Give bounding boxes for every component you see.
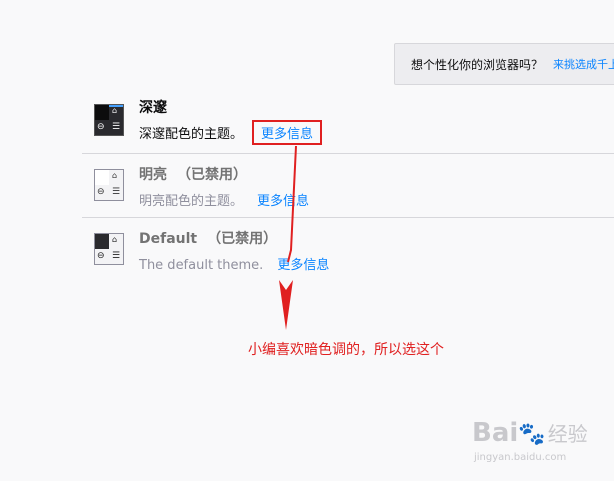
banner-link[interactable]: 来挑选成千上 <box>553 56 614 72</box>
home-icon: ⌂ <box>112 171 118 180</box>
theme-description: 深邃配色的主题。 更多信息 <box>139 120 323 145</box>
more-info-link[interactable]: 更多信息 <box>252 120 323 145</box>
banner-question: 想个性化你的浏览器吗？ <box>411 57 544 72</box>
disabled-label: （已禁用） <box>177 167 247 183</box>
dark-theme-icon: ⌂ ⊖ ☰ <box>94 104 124 136</box>
watermark-url: jingyan.baidu.com <box>474 452 567 463</box>
theme-name: Default （已禁用） <box>139 231 278 247</box>
theme-name: 深邃 <box>139 100 167 116</box>
menu-icon: ☰ <box>112 122 121 132</box>
menu-icon: ☰ <box>112 251 121 261</box>
theme-item-default[interactable]: ⌂ ⊖ ☰ Default （已禁用） The default theme. 更多信… <box>82 217 614 281</box>
more-info-link[interactable]: 更多信息 <box>257 194 309 209</box>
back-arrow-icon: ⊖ <box>97 122 105 132</box>
menu-icon: ☰ <box>112 187 121 197</box>
back-arrow-icon: ⊖ <box>97 251 105 261</box>
theme-name: 明亮 （已禁用） <box>139 167 247 183</box>
theme-description: The default theme. 更多信息 <box>139 258 330 273</box>
home-icon: ⌂ <box>112 106 118 115</box>
personalize-banner: 想个性化你的浏览器吗？ 来挑选成千上 <box>394 43 614 85</box>
theme-description: 明亮配色的主题。 更多信息 <box>139 194 310 209</box>
more-info-link[interactable]: 更多信息 <box>277 258 329 273</box>
default-theme-icon: ⌂ ⊖ ☰ <box>94 233 124 265</box>
annotation-text: 小编喜欢暗色调的，所以选这个 <box>248 342 444 358</box>
baidu-watermark: Bai🐾 经验 <box>472 418 588 448</box>
home-icon: ⌂ <box>112 235 118 244</box>
theme-item-dark[interactable]: ⌂ ⊖ ☰ 深邃 深邃配色的主题。 更多信息 <box>82 89 614 153</box>
theme-item-light[interactable]: ⌂ ⊖ ☰ 明亮 （已禁用） 明亮配色的主题。 更多信息 <box>82 153 614 217</box>
light-theme-icon: ⌂ ⊖ ☰ <box>94 169 124 201</box>
back-arrow-icon: ⊖ <box>97 187 105 197</box>
disabled-label: （已禁用） <box>207 231 278 247</box>
paw-icon: 🐾 <box>518 422 546 447</box>
